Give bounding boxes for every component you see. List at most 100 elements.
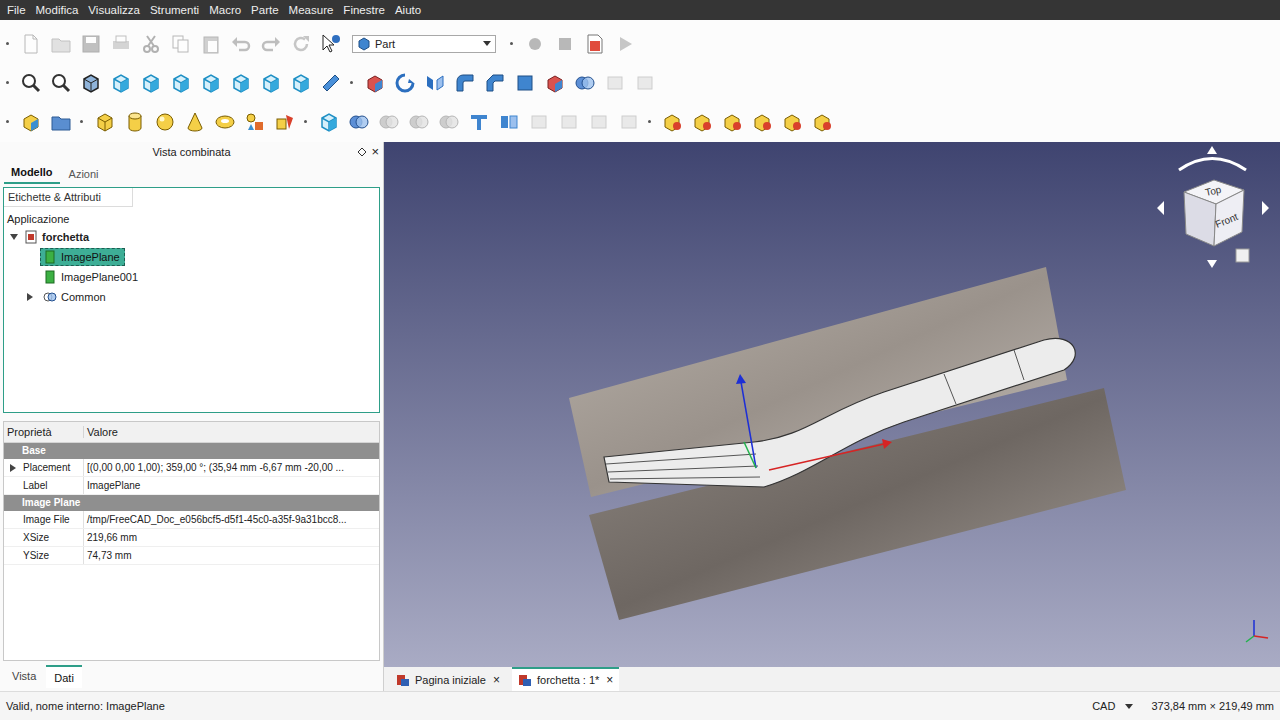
toolbar-grip[interactable] bbox=[6, 81, 9, 84]
toolbar-grip[interactable] bbox=[6, 120, 9, 123]
toolbar-button[interactable] bbox=[198, 70, 224, 96]
navigation-cube[interactable]: TopFront bbox=[1157, 146, 1269, 268]
property-tab[interactable]: Dati bbox=[46, 665, 82, 688]
toolbar-button[interactable] bbox=[522, 31, 548, 57]
toolbar-button[interactable] bbox=[660, 109, 686, 135]
toolbar-button[interactable] bbox=[720, 109, 746, 135]
toolbar-button[interactable] bbox=[526, 109, 552, 135]
menu-item[interactable]: Macro bbox=[204, 0, 246, 20]
toolbar-button[interactable] bbox=[78, 31, 104, 57]
toolbar-button[interactable] bbox=[18, 31, 44, 57]
toolbar-button[interactable] bbox=[288, 70, 314, 96]
property-row[interactable]: XSize219,66 mm bbox=[4, 529, 379, 547]
toolbar-button[interactable] bbox=[122, 109, 148, 135]
menu-item[interactable]: Aiuto bbox=[390, 0, 426, 20]
toolbar-button[interactable] bbox=[496, 109, 522, 135]
toolbar-button[interactable] bbox=[168, 31, 194, 57]
toolbar-button[interactable] bbox=[108, 70, 134, 96]
toolbar-button[interactable] bbox=[258, 70, 284, 96]
toolbar-button[interactable] bbox=[556, 109, 582, 135]
toolbar-button[interactable] bbox=[198, 31, 224, 57]
toolbar-button[interactable] bbox=[242, 109, 268, 135]
expander-icon[interactable] bbox=[10, 234, 18, 240]
toolbar-button[interactable] bbox=[512, 70, 538, 96]
3d-viewport[interactable]: TopFront bbox=[384, 142, 1280, 667]
menu-item[interactable]: Modifica bbox=[31, 0, 84, 20]
toolbar-grip[interactable] bbox=[510, 42, 513, 45]
toolbar-grip[interactable] bbox=[648, 120, 651, 123]
toolbar-button[interactable] bbox=[48, 70, 74, 96]
toolbar-button[interactable] bbox=[632, 70, 658, 96]
toolbar-button[interactable] bbox=[138, 31, 164, 57]
toolbar-button[interactable] bbox=[92, 109, 118, 135]
expander-icon[interactable] bbox=[10, 464, 16, 472]
toolbar-button[interactable] bbox=[780, 109, 806, 135]
toolbar-button[interactable] bbox=[78, 70, 104, 96]
panel-tab[interactable]: Modello bbox=[4, 164, 60, 184]
menu-item[interactable]: Visualizza bbox=[83, 0, 145, 20]
tree-item[interactable]: Common bbox=[4, 287, 379, 307]
toolbar-button[interactable] bbox=[810, 109, 836, 135]
property-row[interactable]: YSize74,73 mm bbox=[4, 547, 379, 565]
toolbar-button[interactable] bbox=[18, 70, 44, 96]
menu-item[interactable]: Measure bbox=[284, 0, 339, 20]
document-tab[interactable]: Pagina iniziale× bbox=[390, 667, 506, 691]
toolbar-button[interactable] bbox=[552, 31, 578, 57]
panel-tab[interactable]: Azioni bbox=[62, 166, 106, 184]
toolbar-button[interactable] bbox=[152, 109, 178, 135]
toolbar-button[interactable] bbox=[466, 109, 492, 135]
document-tab[interactable]: forchetta : 1*× bbox=[512, 667, 619, 691]
toolbar-button[interactable] bbox=[272, 109, 298, 135]
close-tab-button[interactable]: × bbox=[606, 673, 613, 687]
property-row[interactable]: Placement[(0,00 0,00 1,00); 359,00 °; (3… bbox=[4, 459, 379, 477]
menu-item[interactable]: File bbox=[2, 0, 31, 20]
workbench-selector[interactable]: Part bbox=[352, 35, 496, 53]
toolbar-button[interactable] bbox=[258, 31, 284, 57]
toolbar-button[interactable] bbox=[316, 109, 342, 135]
toolbar-button[interactable] bbox=[616, 109, 642, 135]
toolbar-button[interactable] bbox=[602, 70, 628, 96]
toolbar-grip[interactable] bbox=[6, 42, 9, 45]
toolbar-button[interactable] bbox=[542, 70, 568, 96]
navigation-style[interactable]: CAD bbox=[1092, 700, 1133, 712]
toolbar-button[interactable] bbox=[138, 70, 164, 96]
toolbar-button[interactable] bbox=[436, 109, 462, 135]
fork-model[interactable] bbox=[604, 338, 1075, 487]
toolbar-button[interactable] bbox=[228, 31, 254, 57]
tree-item[interactable]: forchetta bbox=[4, 227, 379, 247]
toolbar-button[interactable] bbox=[392, 70, 418, 96]
tree-item[interactable]: ImagePlane001 bbox=[4, 267, 379, 287]
toolbar-button[interactable] bbox=[406, 109, 432, 135]
property-row[interactable]: LabelImagePlane bbox=[4, 477, 379, 495]
toolbar-button[interactable] bbox=[376, 109, 402, 135]
toolbar-button[interactable] bbox=[18, 109, 44, 135]
toolbar-button[interactable] bbox=[48, 31, 74, 57]
toolbar-button[interactable] bbox=[168, 70, 194, 96]
toolbar-button[interactable] bbox=[612, 31, 638, 57]
property-row[interactable]: Image File/tmp/FreeCAD_Doc_e056bcf5-d5f1… bbox=[4, 511, 379, 529]
menu-item[interactable]: Parte bbox=[246, 0, 284, 20]
float-icon[interactable] bbox=[357, 147, 367, 157]
close-button[interactable]: × bbox=[371, 145, 379, 158]
toolbar-button[interactable] bbox=[482, 70, 508, 96]
toolbar-button[interactable] bbox=[48, 109, 74, 135]
toolbar-button[interactable] bbox=[182, 109, 208, 135]
toolbar-button[interactable] bbox=[212, 109, 238, 135]
toolbar-button[interactable] bbox=[362, 70, 388, 96]
toolbar-button[interactable] bbox=[690, 109, 716, 135]
toolbar-button[interactable] bbox=[318, 70, 344, 96]
toolbar-grip[interactable] bbox=[80, 120, 83, 123]
menu-item[interactable]: Strumenti bbox=[145, 0, 204, 20]
toolbar-grip[interactable] bbox=[304, 120, 307, 123]
toolbar-button[interactable] bbox=[288, 31, 314, 57]
menu-item[interactable]: Finestre bbox=[338, 0, 390, 20]
property-tab[interactable]: Vista bbox=[4, 665, 44, 688]
toolbar-button[interactable] bbox=[108, 31, 134, 57]
toolbar-button[interactable] bbox=[346, 109, 372, 135]
close-tab-button[interactable]: × bbox=[493, 673, 500, 687]
expander-icon[interactable] bbox=[27, 293, 33, 301]
toolbar-button[interactable] bbox=[582, 31, 608, 57]
toolbar-button[interactable] bbox=[318, 31, 344, 57]
toolbar-button[interactable] bbox=[452, 70, 478, 96]
toolbar-button[interactable] bbox=[228, 70, 254, 96]
